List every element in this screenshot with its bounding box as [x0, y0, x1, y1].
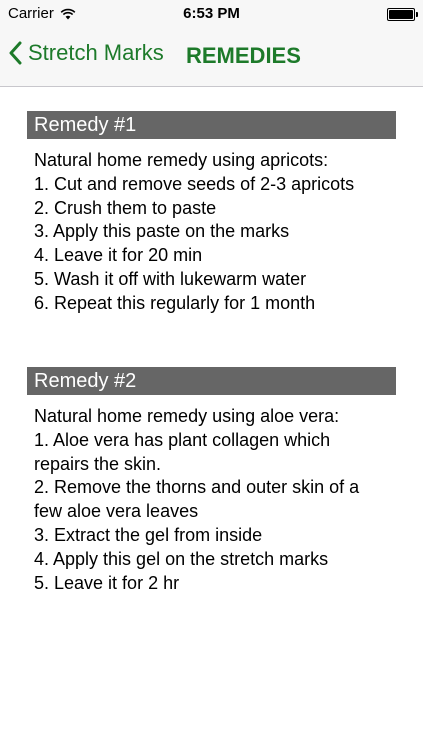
nav-bar: Stretch Marks REMEDIES	[0, 30, 423, 87]
remedy-intro: Natural home remedy using aloe vera:	[34, 406, 340, 426]
remedy-step: 3. Extract the gel from inside	[34, 524, 263, 545]
remedy-step: 5. Leave it for 2 hr	[34, 572, 180, 593]
remedy-step: 1. Cut and remove seeds of 2-3 apricots	[34, 173, 355, 194]
remedy-step: 1. Aloe vera has plant collagen which re…	[34, 429, 331, 474]
remedy-step: 5. Wash it off with lukewarm water	[34, 268, 307, 289]
remedy-step: 4. Apply this gel on the stretch marks	[34, 548, 329, 569]
remedy-step: 3. Apply this paste on the marks	[34, 221, 290, 242]
remedy-body: Natural home remedy using aloe vera: 1. …	[27, 405, 396, 595]
status-time: 6:53 PM	[183, 5, 240, 22]
remedy-header: Remedy #1	[27, 111, 396, 139]
screen: Carrier 6:53 PM Stretch Marks REMEDIES R…	[0, 0, 423, 750]
chevron-left-icon	[8, 41, 22, 65]
remedy-body: Natural home remedy using apricots: 1. C…	[27, 149, 396, 316]
remedy-card-2: Remedy #2 Natural home remedy using aloe…	[27, 367, 396, 595]
back-button[interactable]: Stretch Marks	[8, 40, 164, 66]
remedy-step: 2. Remove the thorns and outer skin of a…	[34, 477, 360, 522]
status-bar: Carrier 6:53 PM	[0, 0, 423, 30]
battery-fill	[389, 10, 413, 19]
remedy-content[interactable]: Remedy #1 Natural home remedy using apri…	[0, 87, 423, 750]
battery-icon	[387, 8, 418, 21]
remedy-header: Remedy #2	[27, 367, 396, 395]
back-button-label: Stretch Marks	[28, 40, 164, 65]
page-title: REMEDIES	[186, 43, 301, 68]
remedy-step: 4. Leave it for 20 min	[34, 245, 203, 266]
remedy-step: 2. Crush them to paste	[34, 197, 217, 218]
remedy-step: 6. Repeat this regularly for 1 month	[34, 292, 316, 313]
remedy-card-1: Remedy #1 Natural home remedy using apri…	[27, 111, 396, 316]
status-right	[387, 8, 418, 21]
remedy-intro: Natural home remedy using apricots:	[34, 150, 329, 170]
